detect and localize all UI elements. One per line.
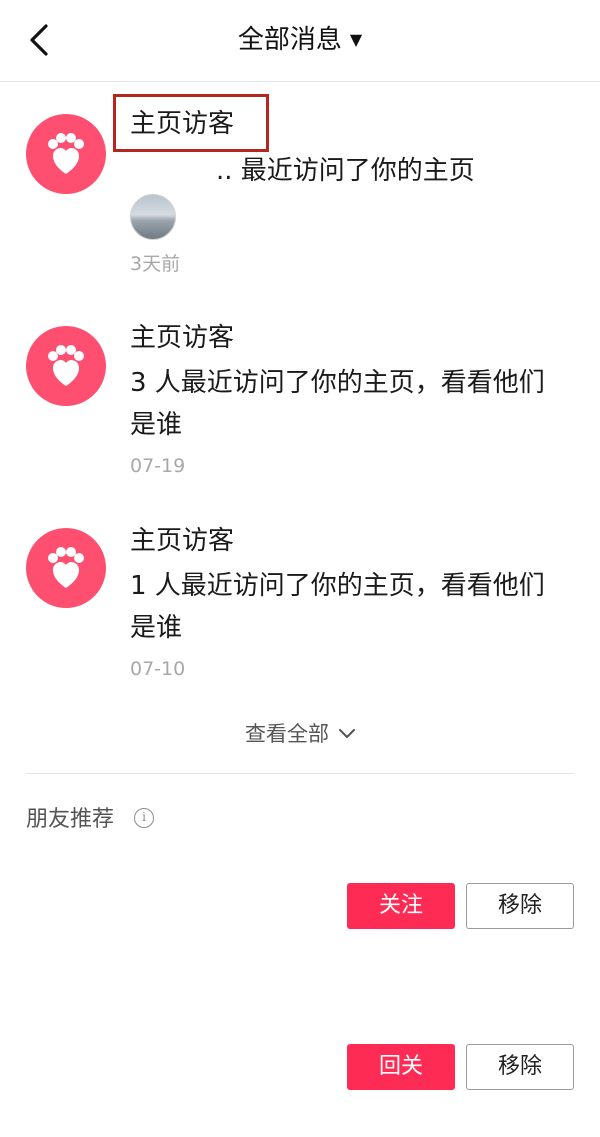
visitor-avatar[interactable] bbox=[130, 194, 176, 240]
notification-time: 07-10 bbox=[130, 658, 186, 680]
notification-text: 1 人最近访问了你的主页，看看他们是谁 bbox=[130, 571, 545, 643]
notification-title: 主页访客 bbox=[130, 526, 235, 556]
notification-time: 07-19 bbox=[130, 455, 186, 477]
section-divider bbox=[26, 773, 574, 774]
follow-back-button[interactable]: 回关 bbox=[347, 1044, 455, 1090]
highlight-annotation-box bbox=[113, 94, 269, 152]
notification-title: 主页访客 bbox=[130, 323, 235, 353]
message-filter-dropdown[interactable]: 全部消息 ▼ bbox=[0, 22, 600, 58]
page-title: 全部消息 bbox=[237, 25, 342, 55]
notification-time: 3天前 bbox=[130, 253, 181, 275]
remove-button[interactable]: 移除 bbox=[466, 883, 574, 929]
chevron-down-icon bbox=[339, 716, 355, 748]
follow-button[interactable]: 关注 bbox=[347, 883, 455, 929]
paw-heart-icon bbox=[26, 528, 106, 608]
paw-heart-icon bbox=[26, 114, 106, 194]
paw-heart-icon bbox=[26, 326, 106, 406]
notification-text: 3 人最近访问了你的主页，看看他们是谁 bbox=[130, 368, 545, 440]
remove-button[interactable]: 移除 bbox=[466, 1044, 574, 1090]
top-nav-bar: 全部消息 ▼ bbox=[0, 0, 600, 82]
see-all-button[interactable]: 查看全部 bbox=[0, 716, 600, 750]
info-icon[interactable]: i bbox=[134, 808, 154, 828]
see-all-label: 查看全部 bbox=[245, 722, 329, 746]
friend-recommend-title: 朋友推荐 bbox=[26, 807, 115, 832]
notification-text: .. 最近访问了你的主页 bbox=[216, 156, 475, 186]
caret-down-icon: ▼ bbox=[349, 30, 363, 49]
